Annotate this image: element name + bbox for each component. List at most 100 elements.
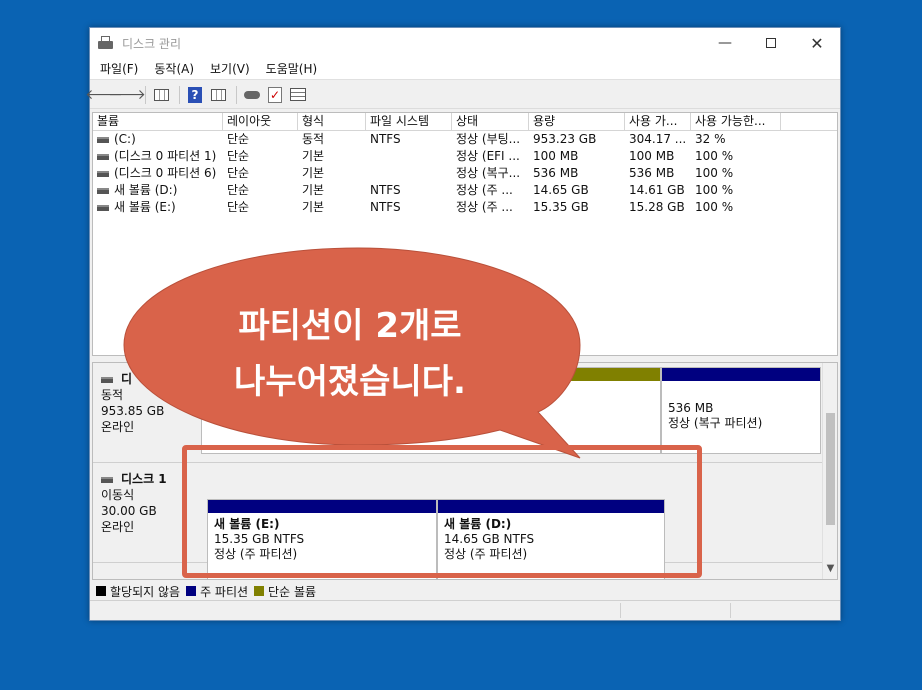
volume-icon [97,170,109,177]
primary-partition-swatch [186,586,197,596]
title-bar[interactable]: 디스크 관리 — ✕ [90,28,840,58]
close-button[interactable]: ✕ [794,28,840,58]
menu-help[interactable]: 도움말(H) [258,60,326,77]
status-divider [620,603,621,618]
menu-action[interactable]: 동작(A) [146,60,202,77]
maximize-icon [766,38,776,48]
volume-percent: 100 % [695,166,734,180]
list-view-button[interactable] [288,85,308,105]
col-status[interactable]: 상태 [452,113,529,131]
volume-capacity: 15.35 GB [533,200,589,214]
col-free-space[interactable]: 사용 가... [625,113,691,131]
volume-row[interactable]: 새 볼륨 (E:) 단순 기본 NTFS 정상 (주 ... 15.35 GB … [93,199,837,216]
scroll-down-arrow-icon[interactable]: ▼ [823,563,837,577]
volume-name: (C:) [114,132,136,146]
volume-type: 기본 [302,183,325,197]
volume-type: 동적 [302,132,325,146]
disk-management-icon [98,36,114,50]
volume-status: 정상 (EFI ... [456,149,520,163]
volume-type: 기본 [302,166,325,180]
volume-name: 새 볼륨 (D:) [114,183,178,197]
disk-icon [101,476,113,483]
volume-icon [97,136,109,143]
volume-status: 정상 (주 ... [456,200,513,214]
volume-name: (디스크 0 파티션 6) [114,166,217,180]
volume-layout: 단순 [227,200,250,214]
legend-primary-label: 주 파티션 [200,584,249,599]
toolbar-separator [236,85,237,104]
list-icon [290,88,306,101]
col-volume[interactable]: 볼륨 [93,113,223,131]
help-button[interactable]: ? [185,85,205,105]
disk-0-type: 동적 [101,388,124,402]
unallocated-swatch [96,586,106,596]
volume-name: 새 볼륨 (E:) [114,200,176,214]
volume-capacity: 953.23 GB [533,132,597,146]
disk-1-name: 디스크 1 [121,472,167,486]
volume-status: 정상 (복구... [456,166,521,180]
properties-view-button[interactable] [208,85,228,105]
volume-capacity: 14.65 GB [533,183,589,197]
maximize-button[interactable] [748,28,794,58]
legend-unallocated: 할당되지 않음 [96,583,180,600]
volume-icon [97,153,109,160]
menu-bar: 파일(F) 동작(A) 보기(V) 도움말(H) [90,58,840,80]
col-filesystem[interactable]: 파일 시스템 [366,113,452,131]
volume-icon [97,204,109,211]
toolbar: 🡐 🡒 ? ✓ [85,81,840,109]
scrollbar-thumb[interactable] [826,413,835,525]
volume-row[interactable]: (디스크 0 파티션 1) 단순 기본 정상 (EFI ... 100 MB 1… [93,148,837,165]
status-divider [730,603,731,618]
simple-volume-bar [202,368,660,381]
volume-filesystem: NTFS [370,183,401,197]
forward-button[interactable]: 🡒 [108,85,146,105]
simple-volume-swatch [254,586,265,596]
toolbar-separator [179,85,180,104]
volume-filesystem: NTFS [370,200,401,214]
volume-icon [97,187,109,194]
connect-icon [244,90,260,99]
volume-list-header: 볼륨 레이아웃 형식 파일 시스템 상태 용량 사용 가... 사용 가능한..… [93,113,837,131]
volume-percent: 100 % [695,149,734,163]
disk-0-name: 디 [121,372,133,386]
volume-layout: 단순 [227,183,250,197]
volume-filesystem [366,165,452,182]
toolbar-separator [145,85,146,104]
volume-row[interactable]: (C:) 단순 동적 NTFS 정상 (부팅... 953.23 GB 304.… [93,131,837,148]
volume-row[interactable]: 새 볼륨 (D:) 단순 기본 NTFS 정상 (주 ... 14.65 GB … [93,182,837,199]
col-layout[interactable]: 레이아웃 [223,113,298,131]
disk-0-size: 953.85 GB [101,404,165,418]
col-type[interactable]: 형식 [298,113,366,131]
col-percent-free[interactable]: 사용 가능한... [691,113,781,131]
connect-disk-button[interactable] [242,85,262,105]
volume-filesystem [366,148,452,165]
volume-free: 100 MB [629,149,675,163]
status-bar [90,600,840,620]
col-capacity[interactable]: 용량 [529,113,625,131]
volume-status: 정상 (주 ... [456,183,513,197]
legend-primary-partition: 주 파티션 [186,583,248,600]
volume-layout: 단순 [227,166,250,180]
volume-status: 정상 (부팅... [456,132,521,146]
disk-0-status: 온라인 [101,420,135,434]
disk-view-scrollbar[interactable]: ▼ [822,363,837,579]
recovery-partition-size: 536 MB [668,401,714,415]
minimize-button[interactable]: — [702,28,748,58]
disk-0-main-partition[interactable] [201,367,661,454]
volume-row[interactable]: (디스크 0 파티션 6) 단순 기본 정상 (복구... 536 MB 536… [93,165,837,182]
check-button[interactable]: ✓ [265,85,285,105]
volume-free: 536 MB [629,166,675,180]
primary-partition-bar [662,368,820,381]
volume-capacity: 100 MB [533,149,579,163]
menu-view[interactable]: 보기(V) [202,60,258,77]
properties-icon [210,88,226,101]
disk-0-recovery-partition[interactable]: 536 MB 정상 (복구 파티션) [661,367,821,454]
window-title: 디스크 관리 [122,36,182,51]
volume-capacity: 536 MB [533,166,579,180]
legend-simple-volume: 단순 볼륨 [254,583,316,600]
recovery-partition-status: 정상 (복구 파티션) [668,416,763,430]
menu-file[interactable]: 파일(F) [92,60,146,77]
show-hide-console-tree-button[interactable] [151,85,171,105]
legend-simple-label: 단순 볼륨 [268,584,317,599]
volume-filesystem: NTFS [370,132,401,146]
